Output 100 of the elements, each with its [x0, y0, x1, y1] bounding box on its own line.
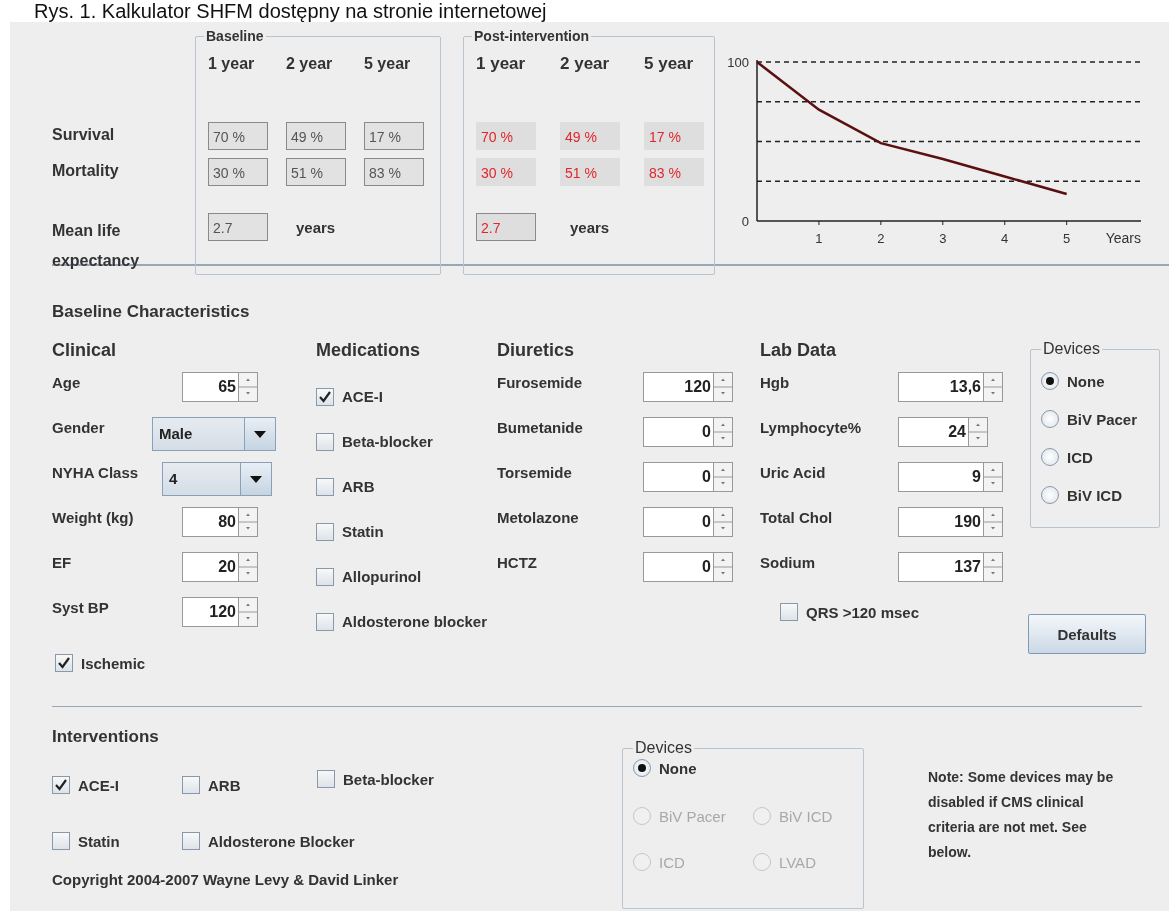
- group-title: Devices: [634, 739, 693, 757]
- life-expectancy-value: 2.7: [208, 213, 268, 241]
- field-label: HCTZ: [497, 554, 538, 571]
- field-label: NYHA Class: [52, 464, 140, 481]
- field-label: Total Chol: [760, 509, 834, 526]
- checkbox-label: Ischemic: [81, 654, 146, 672]
- number-spinner[interactable]: 0: [643, 417, 733, 447]
- number-spinner[interactable]: 120: [643, 372, 733, 402]
- note-text: Note: Some devices may be disabled if CMS clinical criteria are not met. See below.: [928, 768, 1115, 862]
- checkbox[interactable]: [55, 654, 73, 672]
- number-spinner[interactable]: 80: [182, 507, 258, 537]
- group-title: Devices: [1042, 340, 1101, 358]
- number-spinner[interactable]: 0: [643, 507, 733, 537]
- field-label: Metolazone: [497, 509, 580, 526]
- checkbox[interactable]: [316, 432, 334, 451]
- life-expectancy-value: 2.7: [476, 213, 536, 241]
- radio-label: ICD: [659, 853, 685, 871]
- spinner-arrows-icon[interactable]: [713, 508, 732, 536]
- spinner-arrows-icon[interactable]: [968, 418, 987, 446]
- number-spinner[interactable]: 9: [898, 462, 1003, 492]
- checkbox[interactable]: [316, 387, 334, 406]
- checkbox[interactable]: [316, 612, 334, 631]
- mortality-value: 51 %: [286, 158, 346, 186]
- number-spinner[interactable]: 13,6: [898, 372, 1003, 402]
- checkbox-label: ARB: [342, 478, 375, 495]
- checkbox[interactable]: [317, 770, 335, 788]
- radio-button[interactable]: [1041, 486, 1059, 504]
- spinner-arrows-icon[interactable]: [713, 373, 732, 401]
- field-label: Age: [52, 374, 82, 391]
- checkbox-label: Aldosterone blocker: [342, 613, 488, 630]
- checkbox-label: ACE-I: [342, 388, 383, 405]
- checkbox[interactable]: [182, 776, 200, 794]
- defaults-button[interactable]: Defaults: [1028, 614, 1146, 654]
- dropdown[interactable]: 4: [162, 462, 272, 496]
- spinner-arrows-icon[interactable]: [238, 373, 257, 401]
- spinner-arrows-icon[interactable]: [983, 373, 1002, 401]
- axis-label: 0: [741, 214, 749, 229]
- number-spinner[interactable]: 137: [898, 552, 1003, 582]
- axis-label: 2: [877, 231, 885, 246]
- survival-value: 49 %: [286, 122, 346, 150]
- number-spinner[interactable]: 120: [182, 597, 258, 627]
- copyright-text: Copyright 2004-2007 Wayne Levy & David Linker: [52, 871, 400, 888]
- field-label: Sodium: [760, 554, 816, 571]
- checkbox-label: Allopurinol: [342, 568, 422, 585]
- column-header: 1 year: [476, 54, 527, 74]
- checkbox[interactable]: [52, 776, 70, 794]
- checkbox-label: Statin: [78, 832, 120, 850]
- spinner-arrows-icon[interactable]: [983, 508, 1002, 536]
- checkbox-label: QRS >120 msec: [806, 603, 919, 621]
- group-title: Baseline: [205, 28, 265, 44]
- checkbox-label: ARB: [208, 776, 241, 794]
- checkbox-label: Beta-blocker: [343, 770, 434, 788]
- radio-button[interactable]: [1041, 372, 1059, 390]
- field-label: Gender: [52, 419, 106, 436]
- number-spinner[interactable]: 0: [643, 552, 733, 582]
- radio-label: ICD: [1067, 448, 1093, 466]
- row-label: Survival: [52, 126, 116, 144]
- spinner-arrows-icon[interactable]: [983, 553, 1002, 581]
- axis-title: Years: [1105, 230, 1141, 246]
- axis-label: 1: [815, 231, 823, 246]
- checkbox[interactable]: [316, 522, 334, 541]
- number-spinner[interactable]: 190: [898, 507, 1003, 537]
- radio-button[interactable]: [633, 759, 651, 777]
- field-label: EF: [52, 554, 73, 571]
- field-label: Bumetanide: [497, 419, 584, 436]
- survival-value: 70 %: [208, 122, 268, 150]
- column-title: Clinical: [52, 340, 118, 362]
- mortality-value: 30 %: [476, 158, 536, 186]
- column-title: Lab Data: [760, 340, 838, 362]
- spinner-arrows-icon[interactable]: [713, 418, 732, 446]
- checkbox-label: Beta-blocker: [342, 433, 433, 450]
- checkbox[interactable]: [316, 567, 334, 586]
- spinner-arrows-icon[interactable]: [238, 598, 257, 626]
- number-spinner[interactable]: 0: [643, 462, 733, 492]
- column-header: 5 year: [364, 55, 412, 73]
- radio-label: None: [1067, 372, 1105, 390]
- number-spinner[interactable]: 20: [182, 552, 258, 582]
- number-spinner[interactable]: 24: [898, 417, 988, 447]
- dropdown[interactable]: Male: [152, 417, 276, 451]
- checkbox[interactable]: [316, 477, 334, 496]
- checkbox-label: Aldosterone Blocker: [208, 832, 355, 850]
- spinner-arrows-icon[interactable]: [713, 463, 732, 491]
- radio-button[interactable]: [1041, 410, 1059, 428]
- radio-label: None: [659, 759, 697, 777]
- checkbox[interactable]: [182, 832, 200, 850]
- spinner-arrows-icon[interactable]: [238, 508, 257, 536]
- spinner-arrows-icon[interactable]: [238, 553, 257, 581]
- spinner-arrows-icon[interactable]: [713, 553, 732, 581]
- number-spinner[interactable]: 65: [182, 372, 258, 402]
- column-title: Medications: [316, 340, 422, 362]
- radio-label: BiV Pacer: [1067, 410, 1138, 428]
- checkbox-label: Statin: [342, 523, 384, 540]
- axis-label: 3: [939, 231, 947, 246]
- spinner-arrows-icon[interactable]: [983, 463, 1002, 491]
- field-label: Furosemide: [497, 374, 584, 391]
- checkbox[interactable]: [780, 603, 798, 621]
- radio-button[interactable]: [1041, 448, 1059, 466]
- field-label: Torsemide: [497, 464, 573, 481]
- mortality-value: 30 %: [208, 158, 268, 186]
- checkbox[interactable]: [52, 832, 70, 850]
